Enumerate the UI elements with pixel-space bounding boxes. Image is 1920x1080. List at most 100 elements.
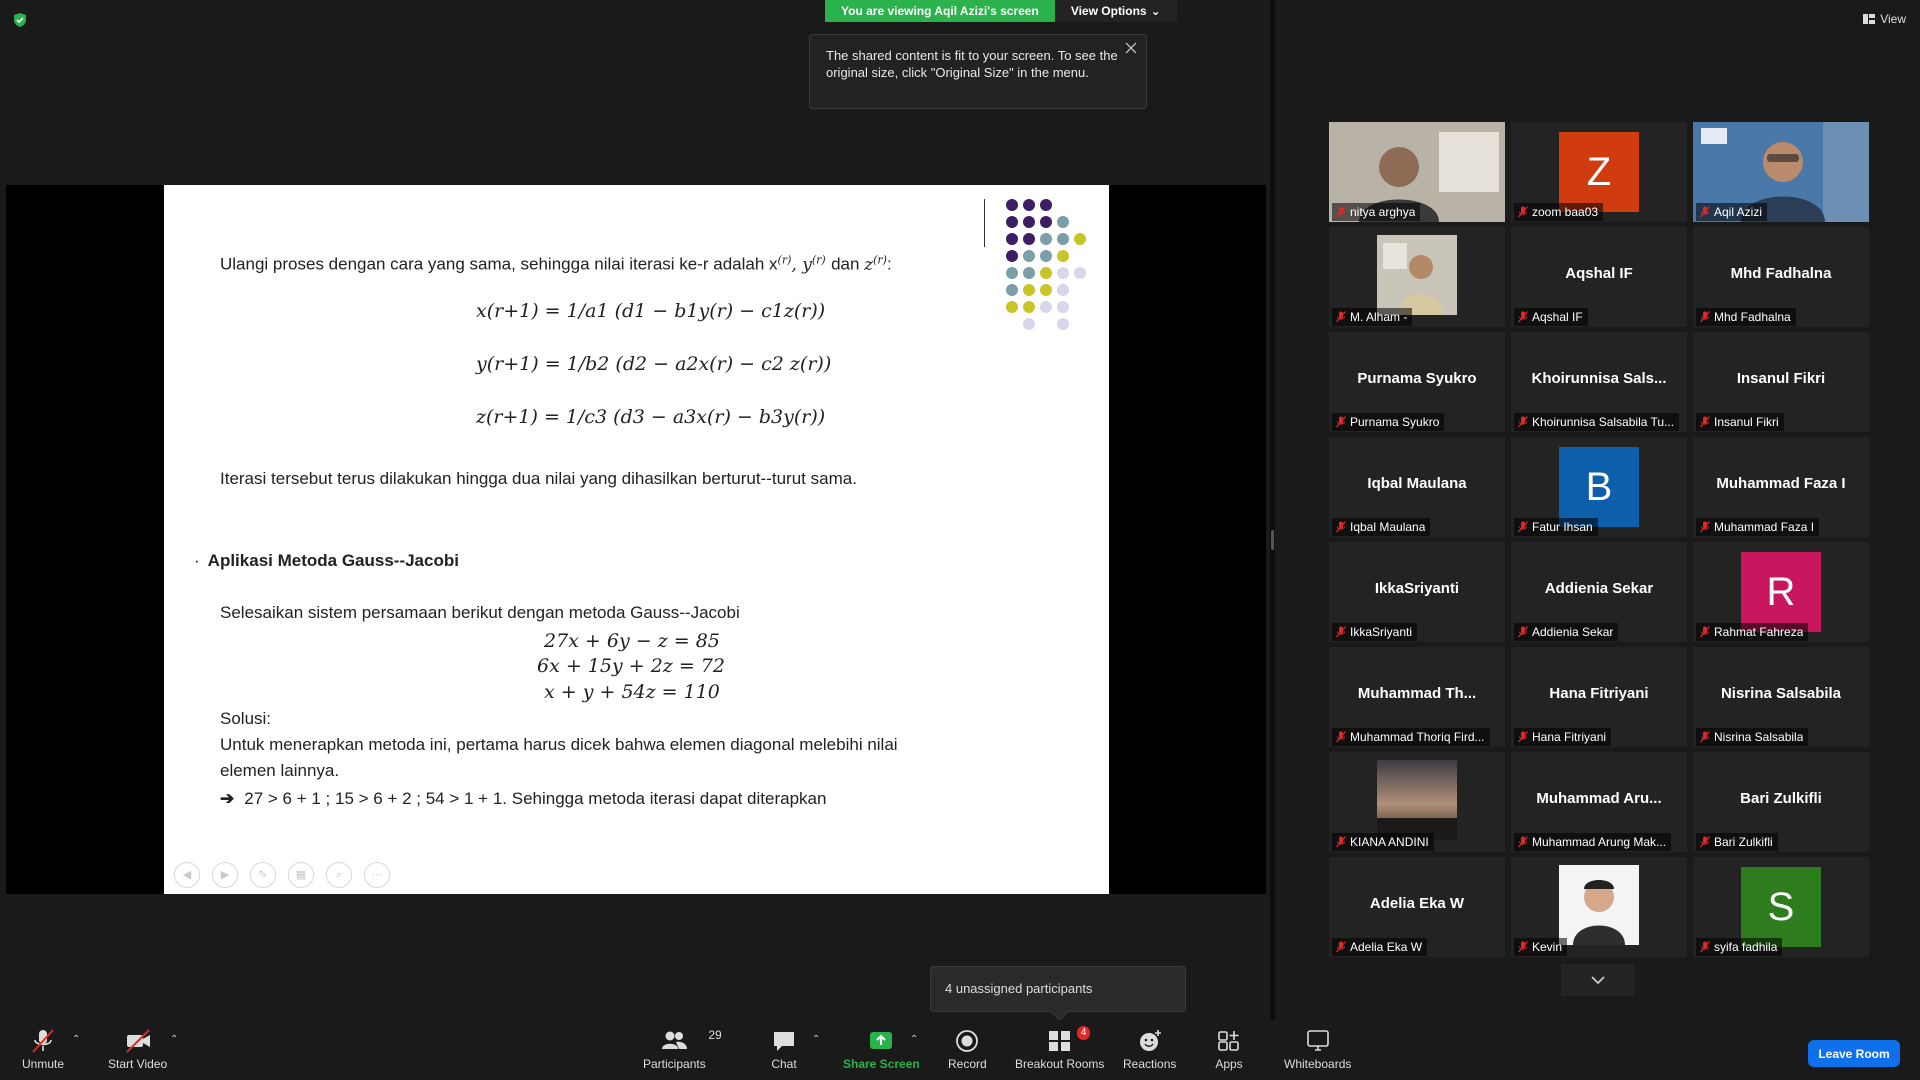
participant-display-name: Aqshal IF — [1565, 265, 1633, 282]
participant-name-label: Rahmat Fahreza — [1696, 623, 1809, 641]
participant-display-name: Nisrina Salsabila — [1720, 685, 1842, 702]
microphone-muted-icon — [1336, 836, 1346, 848]
share-options-caret[interactable]: ⌃ — [910, 1034, 918, 1045]
whiteboard-icon — [1306, 1030, 1329, 1051]
participant-tile[interactable]: nitya arghya — [1329, 122, 1505, 222]
view-options-label: View Options — [1070, 4, 1147, 18]
participant-name-label: Addienia Sekar — [1514, 623, 1619, 641]
microphone-muted-icon — [1700, 731, 1710, 743]
microphone-muted-icon — [1336, 521, 1346, 533]
participant-name-label: syifa fadhila — [1696, 938, 1783, 956]
participant-tile[interactable]: B Fatur Ihsan — [1511, 437, 1687, 537]
gallery-view-button[interactable]: View — [1863, 12, 1906, 26]
pen-icon[interactable]: ✎ — [250, 862, 276, 888]
participant-display-name: Purnama Syukro — [1357, 370, 1477, 387]
participant-name-label: Nisrina Salsabila — [1696, 728, 1809, 746]
participant-display-name: IkkaSriyanti — [1374, 580, 1460, 597]
participant-tile[interactable]: M. Alham - — [1329, 227, 1505, 327]
participant-tile[interactable]: R Rahmat Fahreza — [1693, 542, 1869, 642]
next-slide-icon[interactable]: ▶ — [212, 862, 238, 888]
avatar: Z — [1559, 132, 1639, 212]
microphone-muted-icon — [1700, 311, 1710, 323]
participant-name-label: Hana Fitriyani — [1514, 728, 1612, 746]
participants-button[interactable]: 29 Participants — [643, 1028, 722, 1071]
participant-display-name: Bari Zulkifli — [1740, 790, 1822, 807]
participant-tile[interactable]: IkkaSriyanti IkkaSriyanti — [1329, 542, 1505, 642]
participant-name-label: IkkaSriyanti — [1332, 623, 1418, 641]
chat-button[interactable]: Chat — [770, 1028, 798, 1071]
chevron-down-icon: ⌄ — [1150, 4, 1161, 18]
fit-screen-tooltip: The shared content is fit to your screen… — [809, 34, 1147, 109]
system-equation-3: x + y + 54z = 110 — [544, 681, 720, 703]
slides-grid-icon[interactable]: ▦ — [288, 862, 314, 888]
record-button[interactable]: Record — [948, 1028, 987, 1071]
participant-tile[interactable]: Muhammad Th... Muhammad Thoriq Fird... — [1329, 647, 1505, 747]
chevron-down-icon — [1591, 976, 1605, 985]
microphone-muted-icon — [1700, 626, 1710, 638]
participant-tile[interactable]: Purnama Syukro Purnama Syukro — [1329, 332, 1505, 432]
participant-display-name: Muhammad Th... — [1357, 685, 1477, 702]
participant-tile[interactable]: Bari Zulkifli Bari Zulkifli — [1693, 752, 1869, 852]
microphone-muted-icon — [1518, 941, 1528, 953]
smiley-plus-icon — [1139, 1030, 1161, 1051]
record-icon — [956, 1030, 979, 1052]
participant-display-name: Muhammad Faza I — [1716, 475, 1846, 492]
microphone-muted-icon — [1336, 206, 1346, 218]
participant-name-label: Kevin — [1514, 938, 1568, 956]
panel-splitter[interactable] — [1270, 0, 1275, 1030]
participant-tile[interactable]: Ssyifa fadhila — [1693, 857, 1869, 957]
apps-button[interactable]: Apps — [1215, 1028, 1243, 1071]
microphone-muted-icon — [1518, 626, 1528, 638]
gallery-scroll-down-button[interactable] — [1561, 964, 1635, 996]
solution-line-1: Untuk menerapkan metoda ini, pertama har… — [220, 735, 898, 754]
reactions-button[interactable]: Reactions — [1123, 1028, 1176, 1071]
shield-icon — [14, 13, 26, 27]
close-icon[interactable] — [1124, 41, 1138, 55]
microphone-muted-icon — [1336, 626, 1346, 638]
participant-tile[interactable]: Addienia Sekar Addienia Sekar — [1511, 542, 1687, 642]
participant-tile[interactable]: Kevin — [1511, 857, 1687, 957]
participant-tile[interactable]: Muhammad Faza I Muhammad Faza I — [1693, 437, 1869, 537]
participants-count: 29 — [708, 1028, 722, 1042]
whiteboards-button[interactable]: Whiteboards — [1284, 1028, 1351, 1071]
zoom-icon[interactable]: ⌕ — [326, 862, 352, 888]
leave-room-button[interactable]: Leave Room — [1808, 1040, 1900, 1067]
participant-name-label: Bari Zulkifli — [1696, 833, 1778, 851]
microphone-muted-icon — [1700, 941, 1710, 953]
more-options-icon[interactable]: ⋯ — [364, 862, 390, 888]
participant-tile[interactable]: Mhd Fadhalna Mhd Fadhalna — [1693, 227, 1869, 327]
audio-options-caret[interactable]: ⌃ — [72, 1034, 80, 1045]
participant-name-label: Iqbal Maulana — [1332, 518, 1431, 536]
previous-slide-icon[interactable]: ◀ — [174, 862, 200, 888]
participant-tile[interactable]: Zzoom baa03 — [1511, 122, 1687, 222]
chat-options-caret[interactable]: ⌃ — [812, 1034, 820, 1045]
microphone-muted-icon — [1336, 416, 1346, 428]
participant-name-label: Adelia Eka W — [1332, 938, 1428, 956]
participant-tile[interactable]: KIANA ANDINI — [1329, 752, 1505, 852]
participant-tile[interactable]: Hana Fitriyani Hana Fitriyani — [1511, 647, 1687, 747]
view-options-button[interactable]: View Options ⌄ — [1054, 0, 1177, 22]
participant-tile[interactable]: Muhammad Aru... Muhammad Arung Mak... — [1511, 752, 1687, 852]
share-screen-button[interactable]: Share Screen — [843, 1028, 920, 1071]
participant-tile[interactable]: Iqbal Maulana Iqbal Maulana — [1329, 437, 1505, 537]
participant-tile[interactable]: Nisrina Salsabila Nisrina Salsabila — [1693, 647, 1869, 747]
start-video-button[interactable]: Start Video — [108, 1028, 167, 1071]
splitter-grip[interactable] — [1271, 530, 1274, 550]
microphone-muted-icon — [1518, 521, 1528, 533]
participant-video — [1377, 235, 1457, 315]
unassigned-participants-popover[interactable]: 4 unassigned participants — [930, 966, 1186, 1012]
participant-video — [1377, 760, 1457, 840]
video-options-caret[interactable]: ⌃ — [170, 1034, 178, 1045]
participant-tile[interactable]: Aqshal IF Aqshal IF — [1511, 227, 1687, 327]
participant-tile[interactable]: Aqil Azizi — [1693, 122, 1869, 222]
participant-tile[interactable]: Adelia Eka W Adelia Eka W — [1329, 857, 1505, 957]
participant-display-name: Adelia Eka W — [1369, 895, 1465, 912]
breakout-rooms-button[interactable]: 4 Breakout Rooms — [1015, 1026, 1104, 1071]
unmute-button[interactable]: Unmute — [22, 1028, 64, 1071]
grid-view-icon — [1863, 14, 1876, 24]
participant-tile[interactable]: Insanul Fikri Insanul Fikri — [1693, 332, 1869, 432]
solution-line-3: ➔ 27 > 6 + 1 ; 15 > 6 + 2 ; 54 > 1 + 1. S… — [220, 789, 827, 808]
participant-name-label: Muhammad Arung Mak... — [1514, 833, 1672, 851]
microphone-muted-icon — [1336, 941, 1346, 953]
participant-tile[interactable]: Khoirunnisa Sals... Khoirunnisa Salsabila… — [1511, 332, 1687, 432]
